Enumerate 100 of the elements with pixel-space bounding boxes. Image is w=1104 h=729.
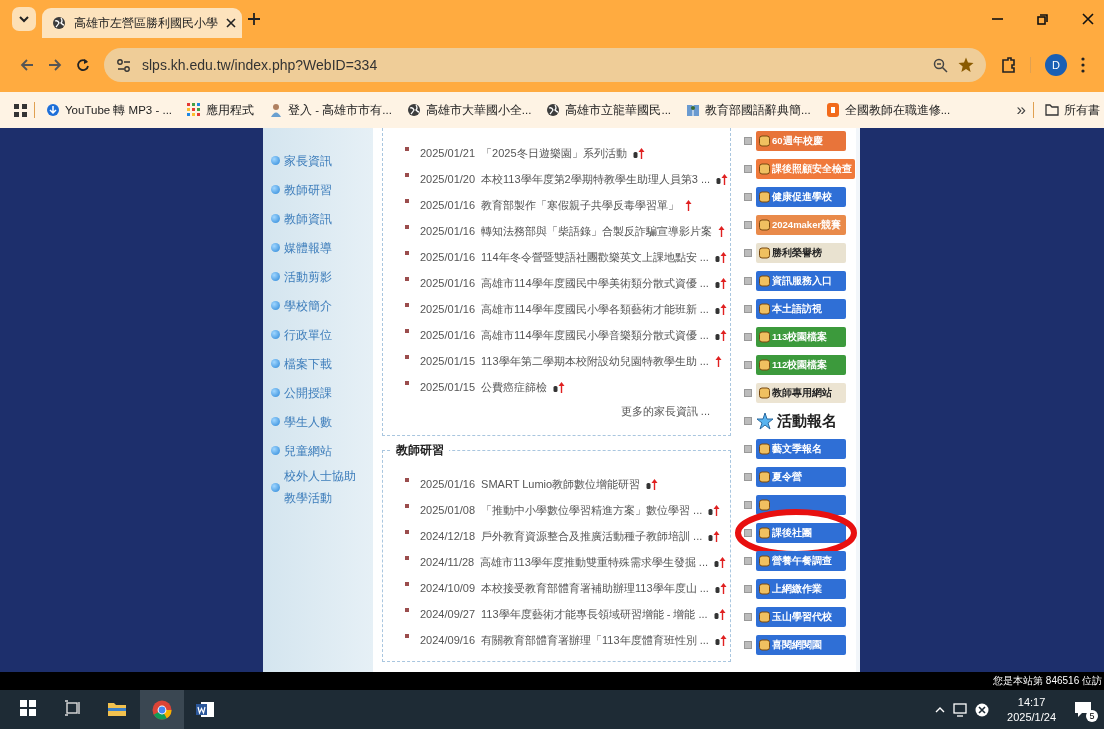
banner-link[interactable]: 營養午餐調查 bbox=[756, 551, 846, 571]
bookmark-item[interactable]: 教育部國語辭典簡... bbox=[682, 100, 815, 120]
news-date: 2025/01/16 bbox=[420, 199, 476, 211]
sidebar-link[interactable]: 公開授課 bbox=[284, 381, 362, 404]
banner-link[interactable]: 健康促進學校 bbox=[756, 187, 846, 207]
sidebar-link[interactable]: 教師資訊 bbox=[284, 207, 362, 230]
bullet-icon bbox=[271, 301, 280, 310]
banner-link[interactable]: 夏令營 bbox=[756, 467, 846, 487]
bullet-icon bbox=[271, 185, 280, 194]
more-menu-icon[interactable] bbox=[1081, 57, 1085, 73]
bookmark-item[interactable]: 全國教師在職進修... bbox=[821, 100, 955, 120]
bookmark-item[interactable]: 高雄市大華國小全... bbox=[402, 100, 536, 120]
up-arrow-icon bbox=[558, 381, 566, 393]
sidebar-link[interactable]: 兒童網站 bbox=[284, 439, 362, 462]
banner-link[interactable]: 喜閱網閱園 bbox=[756, 635, 846, 655]
news-link[interactable]: 本校接受教育部體育署補助辦理113學年度山 ... bbox=[481, 580, 709, 596]
banner-link[interactable]: 活動報名 bbox=[756, 411, 837, 431]
bookmark-item[interactable]: YouTube 轉 MP3 - ... bbox=[42, 100, 177, 120]
news-link[interactable]: 高雄市114學年度國民中學美術類分散式資優 ... bbox=[481, 275, 709, 291]
banner-link[interactable]: 資訊服務入口 bbox=[756, 271, 846, 291]
chevron-up-icon[interactable] bbox=[935, 705, 946, 714]
sidebar-link[interactable]: 學校簡介 bbox=[284, 294, 362, 317]
clock[interactable]: 14:17 2025/1/24 bbox=[997, 694, 1066, 725]
sidebar-link[interactable]: 行政單位 bbox=[284, 323, 362, 346]
restore-icon[interactable] bbox=[1037, 13, 1048, 25]
news-link[interactable]: 戶外教育資源整合及推廣活動種子教師培訓 ... bbox=[481, 528, 703, 544]
address-bar[interactable]: slps.kh.edu.tw/index.php?WebID=334 bbox=[104, 48, 986, 82]
banner-link[interactable]: 113校園檔案 bbox=[756, 327, 846, 347]
news-date: 2025/01/15 bbox=[420, 355, 476, 367]
sidebar-link[interactable]: 媒體報導 bbox=[284, 236, 362, 259]
banner-link[interactable]: 勝利榮譽榜 bbox=[756, 243, 846, 263]
profile-avatar[interactable]: D bbox=[1045, 54, 1067, 76]
banner-link[interactable]: 藝文季報名 bbox=[756, 439, 846, 459]
bookmark-item[interactable]: 高雄市立龍華國民... bbox=[542, 100, 676, 120]
close-icon[interactable] bbox=[226, 18, 236, 28]
news-link[interactable]: 高雄市114學年度國民小學音樂類分散式資優 ... bbox=[481, 327, 709, 343]
sidebar-link[interactable]: 活動剪影 bbox=[284, 265, 362, 288]
zoom-icon[interactable] bbox=[933, 57, 948, 73]
bullet-icon bbox=[405, 530, 409, 534]
banner-link[interactable]: 玉山學習代校 bbox=[756, 607, 846, 627]
network-icon[interactable] bbox=[953, 702, 968, 717]
bookmark-item[interactable]: 登入 - 高雄市市有... bbox=[265, 100, 396, 120]
more-link[interactable]: 更多的家長資訊 ... bbox=[620, 404, 710, 419]
forward-arrow-icon[interactable] bbox=[48, 58, 62, 72]
emblem-icon bbox=[759, 611, 770, 623]
news-link[interactable]: 114年冬令營暨雙語社團歡樂英文上課地點安 ... bbox=[481, 249, 709, 265]
news-link[interactable]: 「2025冬日遊樂園」系列活動 bbox=[481, 145, 627, 161]
up-arrow-icon bbox=[713, 530, 721, 542]
banner-link[interactable]: 課後社團 bbox=[756, 523, 846, 543]
sidebar-link[interactable]: 家長資訊 bbox=[284, 149, 362, 172]
news-link[interactable]: 教育部製作「寒假親子共學反毒學習單」 bbox=[481, 197, 680, 213]
banner-link[interactable]: 教師專用網站 bbox=[756, 383, 846, 403]
news-link[interactable]: SMART Lumio教師數位增能研習 bbox=[481, 476, 641, 492]
sidebar-link[interactable]: 校外人士協助教學活動 bbox=[284, 465, 362, 509]
visitor-counter: 您是本站第 846516 位訪 bbox=[993, 674, 1103, 688]
bookmarks-overflow-button[interactable]: » bbox=[1016, 100, 1026, 120]
bookmark-folder[interactable]: 所有書 bbox=[1041, 100, 1104, 120]
news-link[interactable]: 「推動中小學數位學習精進方案」數位學習 ... bbox=[481, 502, 703, 518]
reload-icon[interactable] bbox=[76, 58, 90, 72]
emblem-icon bbox=[759, 219, 770, 231]
new-tab-icon[interactable] bbox=[248, 13, 260, 25]
bullet-icon bbox=[405, 147, 409, 151]
news-link[interactable]: 本校113學年度第2學期特教學生助理人員第3 ... bbox=[481, 171, 711, 187]
up-arrow-icon bbox=[718, 225, 726, 237]
news-link[interactable]: 113學年度藝術才能專長領域研習增能 - 增能 ... bbox=[481, 606, 708, 622]
news-link[interactable]: 高雄市114學年度國民小學各類藝術才能班新 ... bbox=[481, 301, 709, 317]
sidebar-link[interactable]: 檔案下載 bbox=[284, 352, 362, 375]
sidebar-link[interactable]: 教師研習 bbox=[284, 178, 362, 201]
back-arrow-icon[interactable] bbox=[20, 58, 34, 72]
tab-list-button[interactable] bbox=[12, 7, 36, 31]
banner-link[interactable]: 本土語訪視 bbox=[756, 299, 846, 319]
news-link[interactable]: 轉知法務部與「柴語錄」合製反詐騙宣導影片案 bbox=[481, 223, 713, 239]
emblem-icon bbox=[759, 639, 770, 651]
close-icon[interactable] bbox=[1082, 13, 1094, 25]
bullet-icon bbox=[405, 303, 409, 307]
bullet-icon bbox=[744, 473, 752, 481]
banner-link[interactable]: 上網繳作業 bbox=[756, 579, 846, 599]
site-settings-icon[interactable] bbox=[116, 57, 132, 73]
browser-tab[interactable]: 高雄市左營區勝利國民小學 bbox=[42, 8, 242, 38]
up-arrow-icon bbox=[719, 634, 727, 646]
news-link[interactable]: 113學年第二學期本校附設幼兒園特教學生助 ... bbox=[481, 353, 709, 369]
news-link[interactable]: 公費癌症篩檢 bbox=[481, 379, 548, 395]
notification-button[interactable]: 5 bbox=[1074, 699, 1094, 720]
emblem-icon bbox=[759, 303, 770, 315]
emblem-icon bbox=[759, 471, 770, 483]
news-link[interactable]: 有關教育部體育署辦理「113年度體育班性別 ... bbox=[481, 632, 709, 648]
news-link[interactable]: 高雄市113學年度推動雙重特殊需求學生發掘 ... bbox=[480, 554, 708, 570]
apps-grid-icon[interactable] bbox=[14, 103, 27, 117]
extensions-icon[interactable] bbox=[1000, 57, 1016, 73]
bullet-icon bbox=[744, 529, 752, 537]
emblem-icon bbox=[759, 135, 770, 147]
bookmark-star-icon[interactable] bbox=[958, 57, 974, 73]
emblem-icon bbox=[759, 555, 770, 567]
bookmark-item[interactable]: 應用程式 bbox=[183, 100, 259, 120]
error-icon[interactable] bbox=[975, 702, 990, 717]
sidebar-link[interactable]: 學生人數 bbox=[284, 410, 362, 433]
banner-link[interactable]: 112校園檔案 bbox=[756, 355, 846, 375]
bullet-icon bbox=[405, 199, 409, 203]
bullet-icon bbox=[744, 193, 752, 201]
emblem-icon bbox=[759, 331, 770, 343]
